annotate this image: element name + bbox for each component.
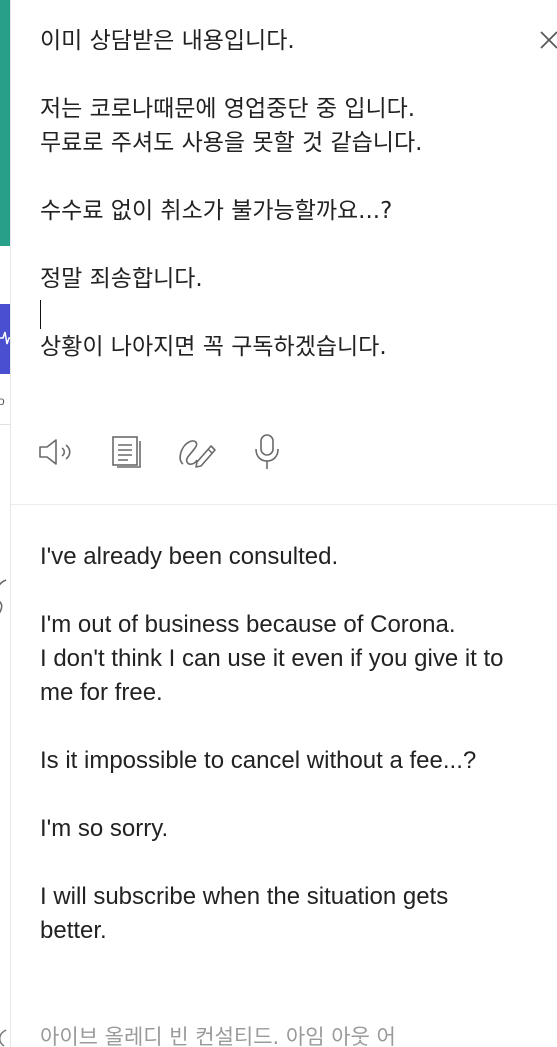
section-divider — [11, 504, 557, 505]
microphone-icon — [255, 434, 279, 469]
handwriting-icon — [179, 440, 216, 468]
background-teal-banner — [0, 0, 10, 246]
close-icon — [540, 31, 557, 49]
text-cursor — [40, 300, 41, 329]
screen: o 이미 상담받은 내용입니다. 저는 코로나때문에 영업중단 중 입니다. 무… — [0, 0, 557, 1047]
pronunciation-text: 아이브 올레디 빈 컨설티드. 아임 아웃 어 — [40, 1025, 396, 1047]
background-text-fragment: o — [0, 394, 5, 408]
background-divider — [0, 424, 10, 425]
source-toolbar — [37, 430, 287, 474]
listen-button[interactable] — [37, 430, 77, 474]
voice-input-button[interactable] — [247, 430, 287, 474]
background-curve-icon — [0, 579, 7, 614]
copy-icon — [112, 436, 141, 468]
waveform-icon — [0, 331, 10, 345]
copy-button[interactable] — [107, 430, 147, 474]
background-curve-icon — [0, 1029, 7, 1047]
translator-panel: 이미 상담받은 내용입니다. 저는 코로나때문에 영업중단 중 입니다. 무료로… — [11, 0, 557, 1047]
source-text-input[interactable]: 이미 상담받은 내용입니다. 저는 코로나때문에 영업중단 중 입니다. 무료로… — [40, 24, 530, 364]
background-page-strip: o — [0, 0, 11, 1047]
handwriting-button[interactable] — [177, 430, 217, 474]
close-button[interactable] — [537, 28, 557, 52]
speaker-icon — [39, 439, 71, 465]
translation-output: I've already been consulted. I'm out of … — [40, 543, 504, 944]
